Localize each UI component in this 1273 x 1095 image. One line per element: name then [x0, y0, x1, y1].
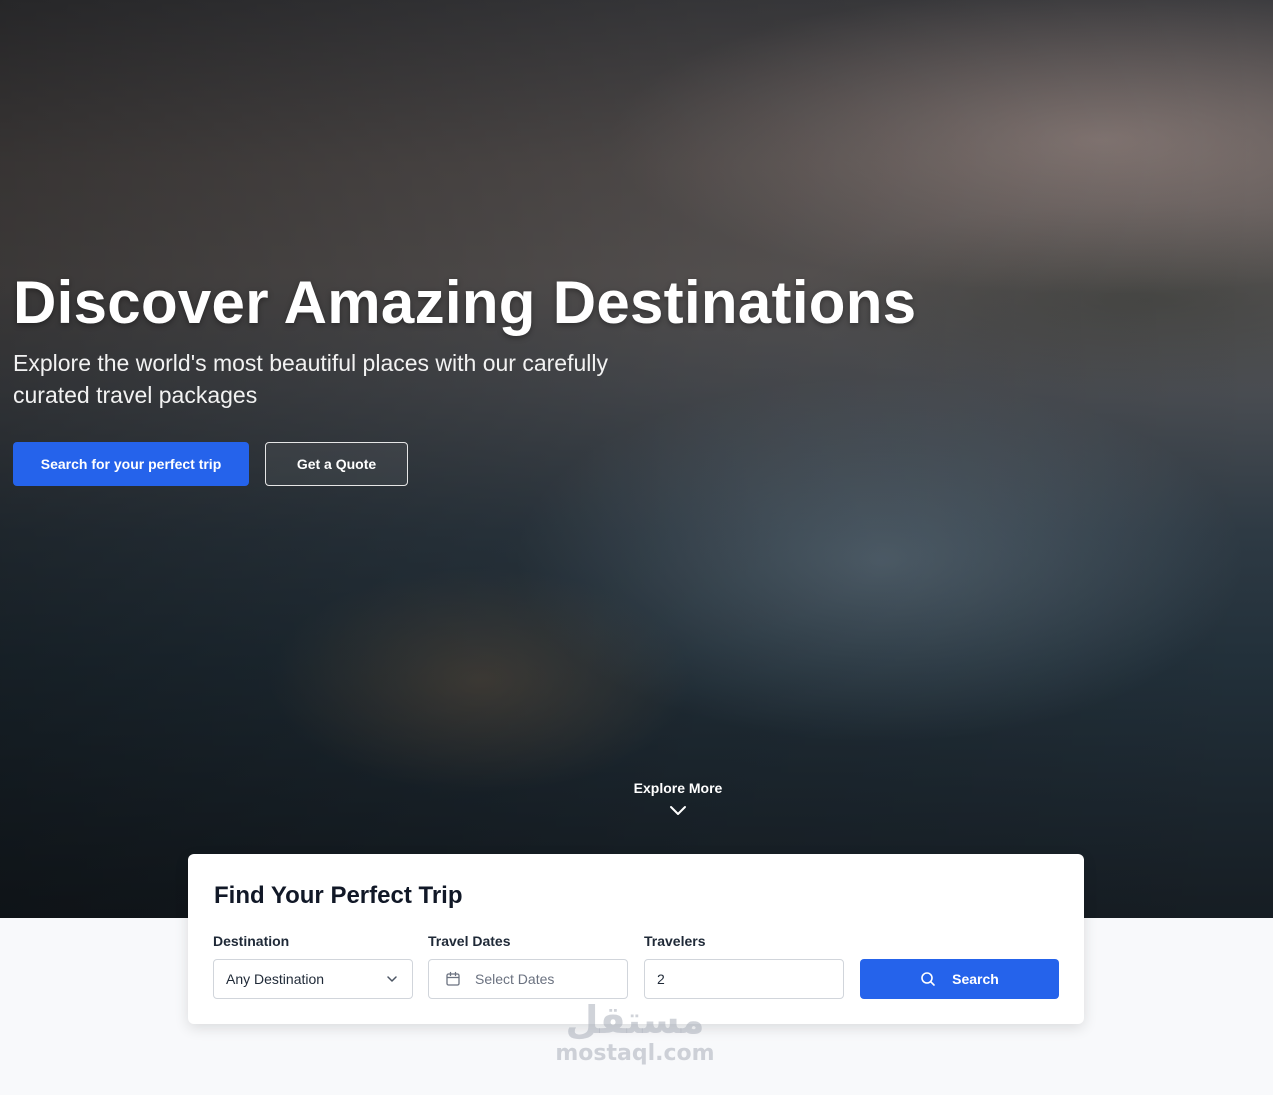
get-quote-button[interactable]: Get a Quote — [265, 442, 408, 486]
travelers-input[interactable]: 2 — [644, 959, 844, 999]
search-icon — [921, 972, 935, 986]
dates-placeholder: Select Dates — [475, 971, 555, 987]
explore-more-label: Explore More — [633, 780, 723, 796]
destination-select[interactable]: Any Destination — [213, 959, 413, 999]
watermark-text: mostaql.com — [555, 1041, 715, 1066]
search-button-label: Search — [952, 971, 999, 987]
dates-picker[interactable]: Select Dates — [428, 959, 628, 999]
watermark-arabic: مستقل — [565, 998, 705, 1042]
calendar-icon — [446, 971, 460, 986]
watermark: مستقل mostaql.com — [540, 998, 730, 1066]
search-button[interactable]: Search — [860, 959, 1059, 999]
chevron-down-icon — [387, 976, 397, 982]
search-trip-button[interactable]: Search for your perfect trip — [13, 442, 249, 486]
travelers-value: 2 — [657, 971, 665, 987]
dates-label: Travel Dates — [428, 933, 511, 949]
chevron-down-icon — [670, 806, 686, 815]
hero-section: Discover Amazing Destinations Explore th… — [0, 0, 1273, 918]
destination-value: Any Destination — [226, 971, 325, 987]
hero-title: Discover Amazing Destinations — [13, 269, 917, 336]
explore-more-link[interactable]: Explore More — [578, 780, 778, 816]
destination-label: Destination — [213, 933, 290, 949]
card-title: Find Your Perfect Trip — [214, 882, 463, 909]
hero-subtitle: Explore the world's most beautiful place… — [13, 350, 609, 408]
travelers-label: Travelers — [644, 933, 706, 949]
